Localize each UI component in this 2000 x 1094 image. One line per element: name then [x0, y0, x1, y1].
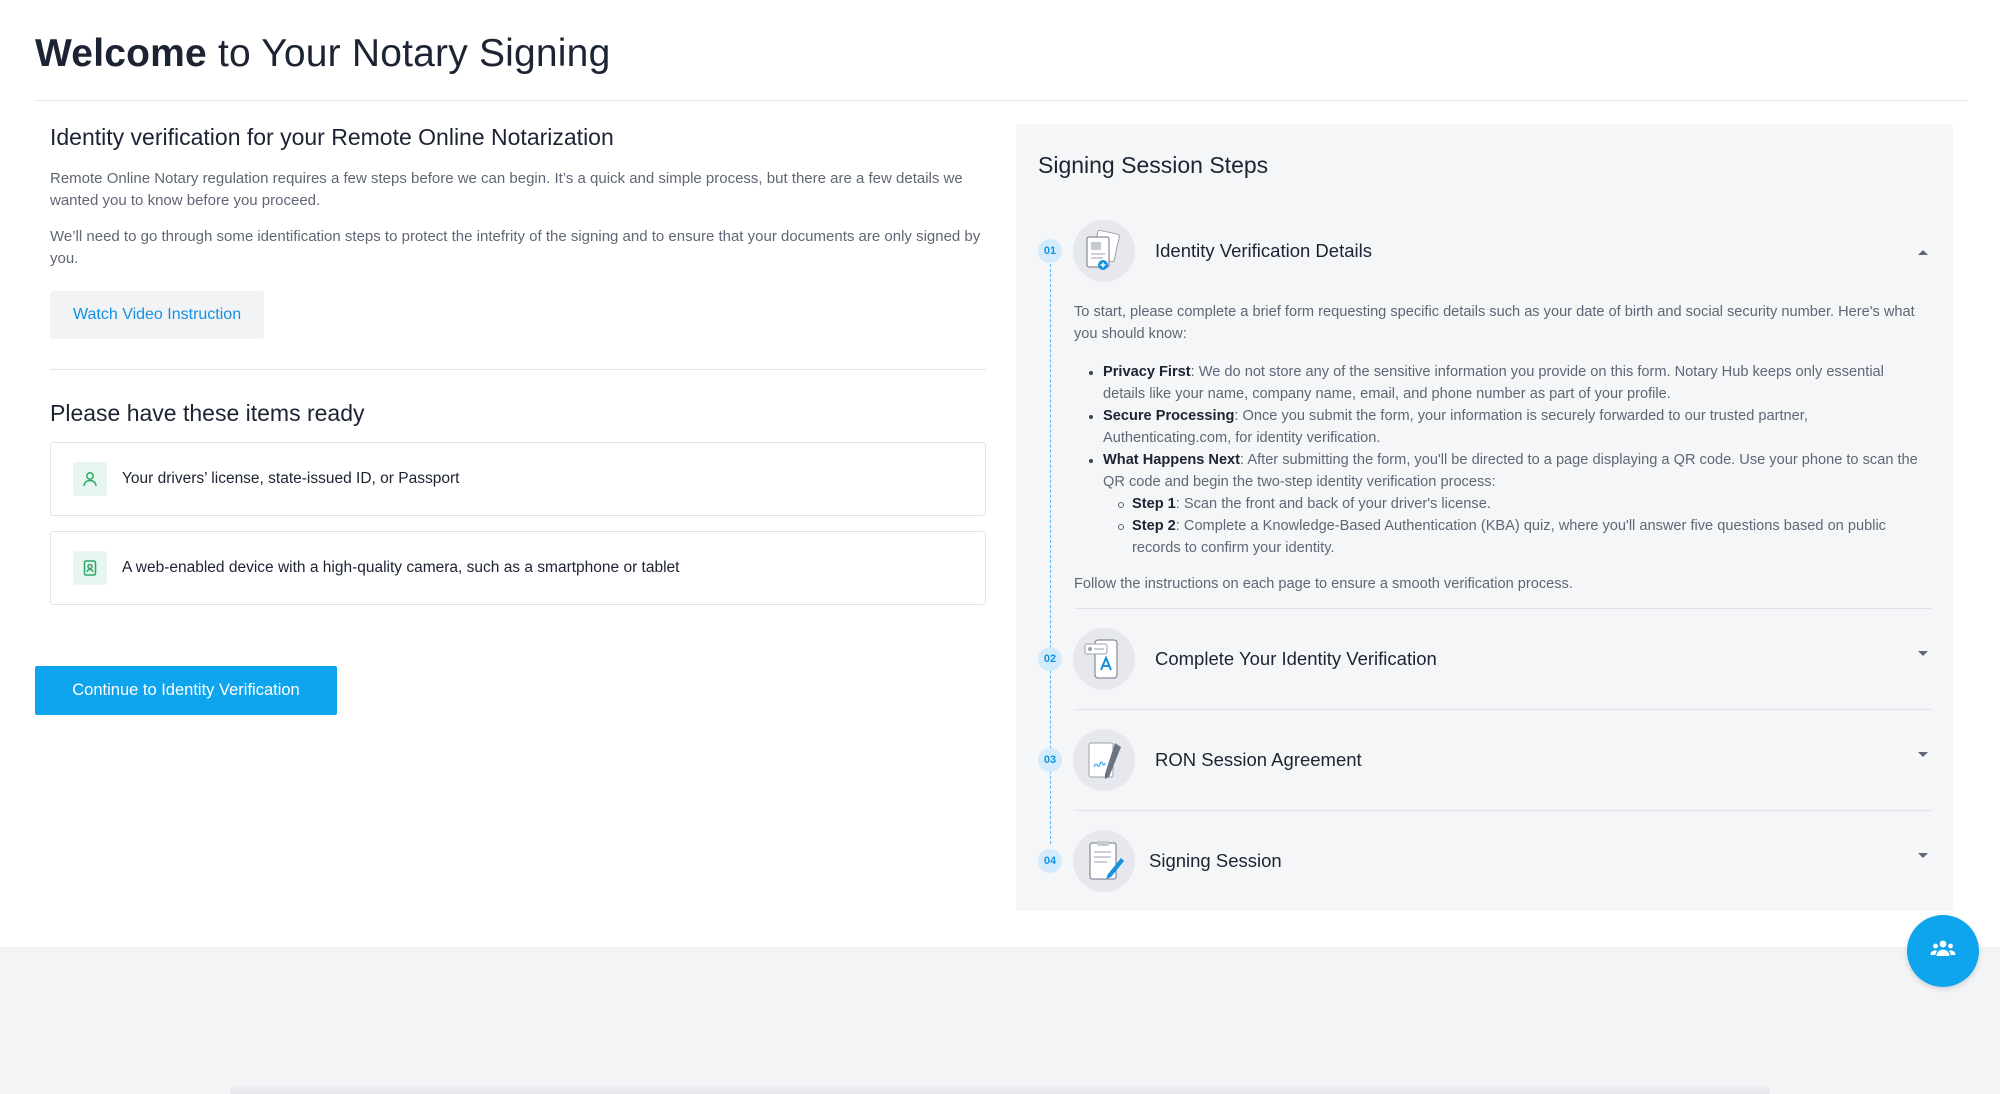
person-icon: [73, 462, 107, 496]
step-number-02: 02: [1038, 647, 1062, 671]
step-divider: [1074, 810, 1932, 811]
sub-list-item: Step 2: Complete a Knowledge-Based Authe…: [1103, 515, 1930, 559]
step-number-03: 03: [1038, 748, 1062, 772]
chevron-up-icon[interactable]: [1915, 244, 1931, 260]
step-1-content: To start, please complete a brief form r…: [1074, 301, 1930, 595]
watch-video-button[interactable]: Watch Video Instruction: [50, 291, 265, 339]
panel-title: Signing Session Steps: [1038, 152, 1269, 178]
left-column: Identity verification for your Remote On…: [50, 120, 986, 605]
step-title-ron-agreement[interactable]: RON Session Agreement: [1155, 749, 1362, 771]
chevron-down-icon[interactable]: [1915, 747, 1931, 763]
step-title-signing-session[interactable]: Signing Session: [1149, 850, 1282, 872]
chevron-down-icon[interactable]: [1915, 646, 1931, 662]
identification-paragraph: We’ll need to go through some identifica…: [50, 228, 981, 267]
step-title-identity-details[interactable]: Identity Verification Details: [1155, 240, 1372, 262]
step-divider: [1074, 608, 1932, 609]
list-item: What Happens Next: After submitting the …: [1074, 449, 1930, 559]
step-number-01: 01: [1038, 239, 1062, 263]
signed-agreement-icon: [1073, 729, 1135, 791]
step-1-follow: Follow the instructions on each page to …: [1074, 576, 1573, 592]
step-divider: [1074, 709, 1932, 710]
step-number-04: 04: [1038, 849, 1062, 873]
sub-list-item: Step 1: Scan the front and back of your …: [1103, 493, 1930, 515]
footer-edge: [230, 1086, 1770, 1094]
list-item: Privacy First: We do not store any of th…: [1074, 361, 1930, 405]
main-page: Welcome to Your Notary Signing Identity …: [0, 0, 2000, 947]
phone-verification-icon: [1073, 628, 1135, 690]
step-1-intro: To start, please complete a brief form r…: [1074, 304, 1915, 342]
identity-heading: Identity verification for your Remote On…: [50, 124, 614, 150]
title-divider: [35, 100, 1967, 101]
list-item: Secure Processing: Once you submit the f…: [1074, 405, 1930, 449]
item-card-device: A web-enabled device with a high-quality…: [50, 531, 986, 605]
chevron-down-icon[interactable]: [1915, 848, 1931, 864]
item-label: A web-enabled device with a high-quality…: [122, 559, 680, 576]
section-divider: [50, 369, 986, 370]
signing-steps-panel: Signing Session Steps 01 Identity Verifi…: [1016, 124, 1953, 911]
document-photo-icon: [1073, 220, 1135, 282]
step-1-list: Privacy First: We do not store any of th…: [1074, 361, 1930, 559]
continue-button[interactable]: Continue to Identity Verification: [35, 666, 337, 715]
page-title: Welcome to Your Notary Signing: [35, 32, 611, 75]
group-users-icon: [1930, 938, 1956, 965]
support-chat-button[interactable]: [1907, 915, 1979, 987]
items-heading: Please have these items ready: [50, 400, 365, 426]
signing-document-icon: [1073, 830, 1135, 892]
step-title-complete-verification[interactable]: Complete Your Identity Verification: [1155, 648, 1437, 670]
regulation-paragraph: Remote Online Notary regulation requires…: [50, 170, 963, 209]
id-card-icon: [73, 551, 107, 585]
item-card-id: Your drivers’ license, state-issued ID, …: [50, 442, 986, 516]
item-label: Your drivers’ license, state-issued ID, …: [122, 470, 460, 487]
